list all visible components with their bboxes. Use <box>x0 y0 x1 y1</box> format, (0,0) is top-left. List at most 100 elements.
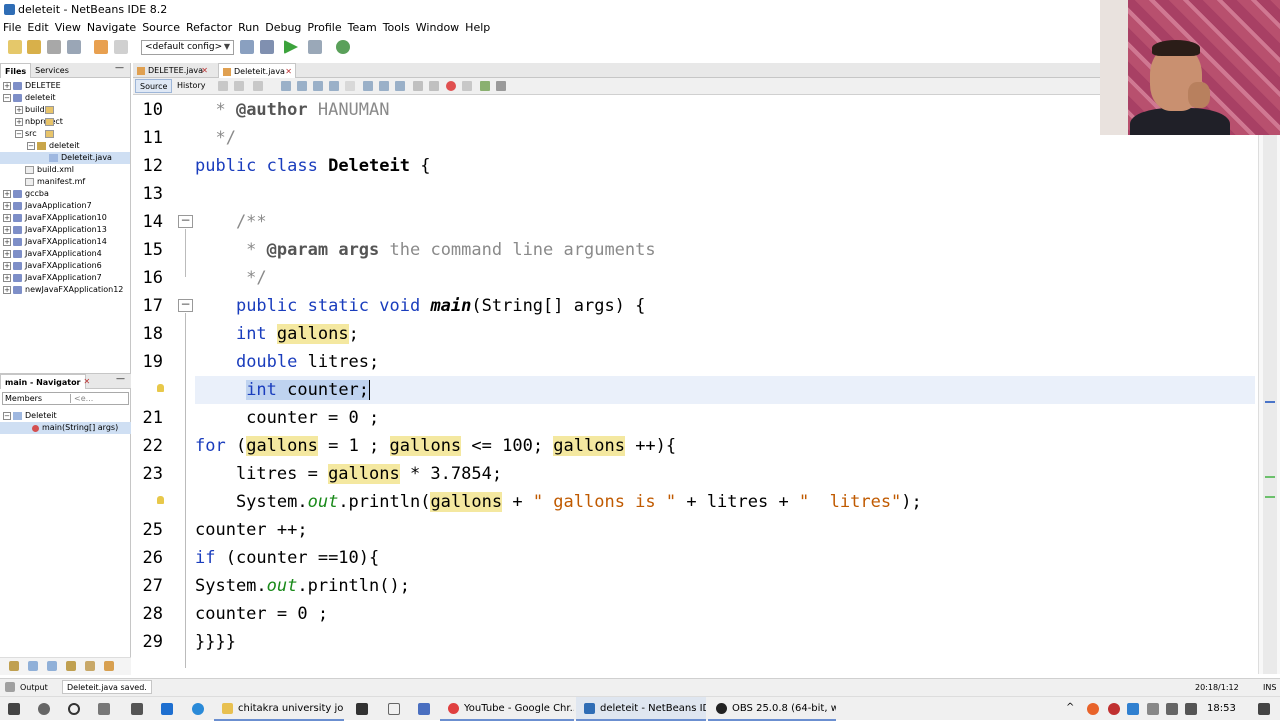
change-marker[interactable] <box>1265 476 1275 478</box>
menu-source[interactable]: Source <box>141 20 185 37</box>
expand-icon[interactable]: + <box>3 262 11 270</box>
undo-icon[interactable] <box>94 40 108 54</box>
find-icon[interactable] <box>281 81 291 91</box>
menu-window[interactable]: Window <box>415 20 464 37</box>
taskbar-item-netbeans[interactable]: deleteit - NetBeans ID... <box>576 697 706 721</box>
collapse-icon[interactable]: − <box>27 142 35 150</box>
notifications-icon[interactable] <box>1258 703 1270 715</box>
task-view-icon[interactable] <box>98 703 110 715</box>
previous-bookmark-icon[interactable] <box>363 81 373 91</box>
new-project-icon[interactable] <box>27 40 41 54</box>
scrollbar-thumb[interactable] <box>1263 96 1277 674</box>
shift-right-icon[interactable] <box>429 81 439 91</box>
history-mode-button[interactable]: History <box>173 79 209 93</box>
menu-refactor[interactable]: Refactor <box>185 20 237 37</box>
menu-debug[interactable]: Debug <box>264 20 306 37</box>
search-icon[interactable] <box>38 703 50 715</box>
menu-file[interactable]: File <box>2 20 26 37</box>
start-macro-icon[interactable] <box>446 81 456 91</box>
expand-icon[interactable]: + <box>3 202 11 210</box>
tree-item[interactable]: + JavaFXApplication10 <box>0 212 130 224</box>
taskbar-item-explorer[interactable]: chitakra university jou... <box>214 697 344 721</box>
config-select[interactable]: <default config> ▼ <box>141 40 234 55</box>
clean-build-icon[interactable] <box>260 40 274 54</box>
comment-icon[interactable] <box>480 81 490 91</box>
menu-team[interactable]: Team <box>347 20 382 37</box>
expand-icon[interactable]: + <box>15 106 23 114</box>
expand-icon[interactable]: + <box>15 118 23 126</box>
app-icon[interactable] <box>418 703 430 715</box>
tool-icon[interactable] <box>47 661 57 671</box>
tree-item[interactable]: build.xml <box>0 164 130 176</box>
toggle-selection-icon[interactable] <box>345 81 355 91</box>
tree-item[interactable]: + DELETEE <box>0 80 130 92</box>
toggle-highlight-icon[interactable] <box>329 81 339 91</box>
tree-item[interactable]: − src <box>0 128 130 140</box>
chevron-up-icon[interactable]: ^ <box>1066 702 1076 714</box>
navigator-method[interactable]: main(String[] args) <box>0 422 131 434</box>
taskbar-item-chrome[interactable]: YouTube - Google Chr... <box>440 697 574 721</box>
open-project-icon[interactable] <box>47 40 61 54</box>
source-mode-button[interactable]: Source <box>135 79 173 93</box>
next-bookmark-icon[interactable] <box>379 81 389 91</box>
find-previous-icon[interactable] <box>297 81 307 91</box>
menu-tools[interactable]: Tools <box>382 20 415 37</box>
menu-run[interactable]: Run <box>237 20 264 37</box>
shift-left-icon[interactable] <box>413 81 423 91</box>
minimize-icon[interactable]: — <box>116 374 125 384</box>
tab-deletee-java[interactable]: DELETEE.java ✕ <box>133 63 211 78</box>
tree-item[interactable]: − deleteit <box>0 92 130 104</box>
expand-icon[interactable]: + <box>3 286 11 294</box>
menu-view[interactable]: View <box>54 20 86 37</box>
minimize-icon[interactable]: — <box>115 63 124 73</box>
notepad-icon[interactable] <box>388 703 400 715</box>
tree-item[interactable]: + newJavaFXApplication12 <box>0 284 130 296</box>
run-icon[interactable] <box>284 40 298 54</box>
tool-icon[interactable] <box>28 661 38 671</box>
tool-icon[interactable] <box>66 661 76 671</box>
close-icon[interactable]: ✕ <box>201 63 208 78</box>
tree-item[interactable]: + JavaFXApplication13 <box>0 224 130 236</box>
navigator-filter[interactable]: Members <e... <box>2 392 129 405</box>
store-icon[interactable] <box>131 703 143 715</box>
expand-icon[interactable]: + <box>3 238 11 246</box>
collapse-icon[interactable]: − <box>3 412 11 420</box>
tree-item[interactable]: + JavaFXApplication4 <box>0 248 130 260</box>
debug-icon[interactable] <box>308 40 322 54</box>
expand-icon[interactable]: + <box>3 274 11 282</box>
build-icon[interactable] <box>240 40 254 54</box>
clock[interactable]: 18:53 <box>1207 697 1236 721</box>
tray-app-icon[interactable] <box>1108 703 1120 715</box>
tool-icon[interactable] <box>9 661 19 671</box>
expand-icon[interactable]: + <box>3 250 11 258</box>
tree-item[interactable]: + JavaFXApplication7 <box>0 272 130 284</box>
collapse-icon[interactable]: − <box>15 130 23 138</box>
expand-icon[interactable]: + <box>3 190 11 198</box>
find-next-icon[interactable] <box>313 81 323 91</box>
redo-icon[interactable] <box>114 40 128 54</box>
expand-icon[interactable]: + <box>3 214 11 222</box>
volume-icon[interactable] <box>1185 703 1197 715</box>
navigator-class[interactable]: − Deleteit <box>0 410 131 422</box>
tray-app-icon[interactable] <box>1147 703 1159 715</box>
hint-bulb-icon[interactable] <box>157 496 164 504</box>
close-icon[interactable]: ✕ <box>84 377 91 386</box>
stop-macro-icon[interactable] <box>462 81 472 91</box>
navigator-title[interactable]: main - Navigator <box>0 373 86 389</box>
mail-icon[interactable] <box>161 703 173 715</box>
collapse-icon[interactable]: − <box>3 94 11 102</box>
tray-app-icon[interactable] <box>1087 703 1099 715</box>
fold-toggle-icon[interactable]: − <box>178 298 193 312</box>
new-file-icon[interactable] <box>8 40 22 54</box>
menu-edit[interactable]: Edit <box>26 20 53 37</box>
output-tab[interactable]: Output <box>20 683 48 692</box>
windows-start-icon[interactable] <box>8 703 20 715</box>
menu-help[interactable]: Help <box>464 20 495 37</box>
tree-item[interactable]: − deleteit <box>0 140 130 152</box>
back-icon[interactable] <box>234 81 244 91</box>
vertical-scrollbar[interactable] <box>1258 96 1280 674</box>
forward-icon[interactable] <box>253 81 263 91</box>
tab-deleteit-java[interactable]: Deleteit.java ✕ <box>218 63 296 78</box>
tree-item[interactable]: + JavaApplication7 <box>0 200 130 212</box>
tool-icon[interactable] <box>85 661 95 671</box>
